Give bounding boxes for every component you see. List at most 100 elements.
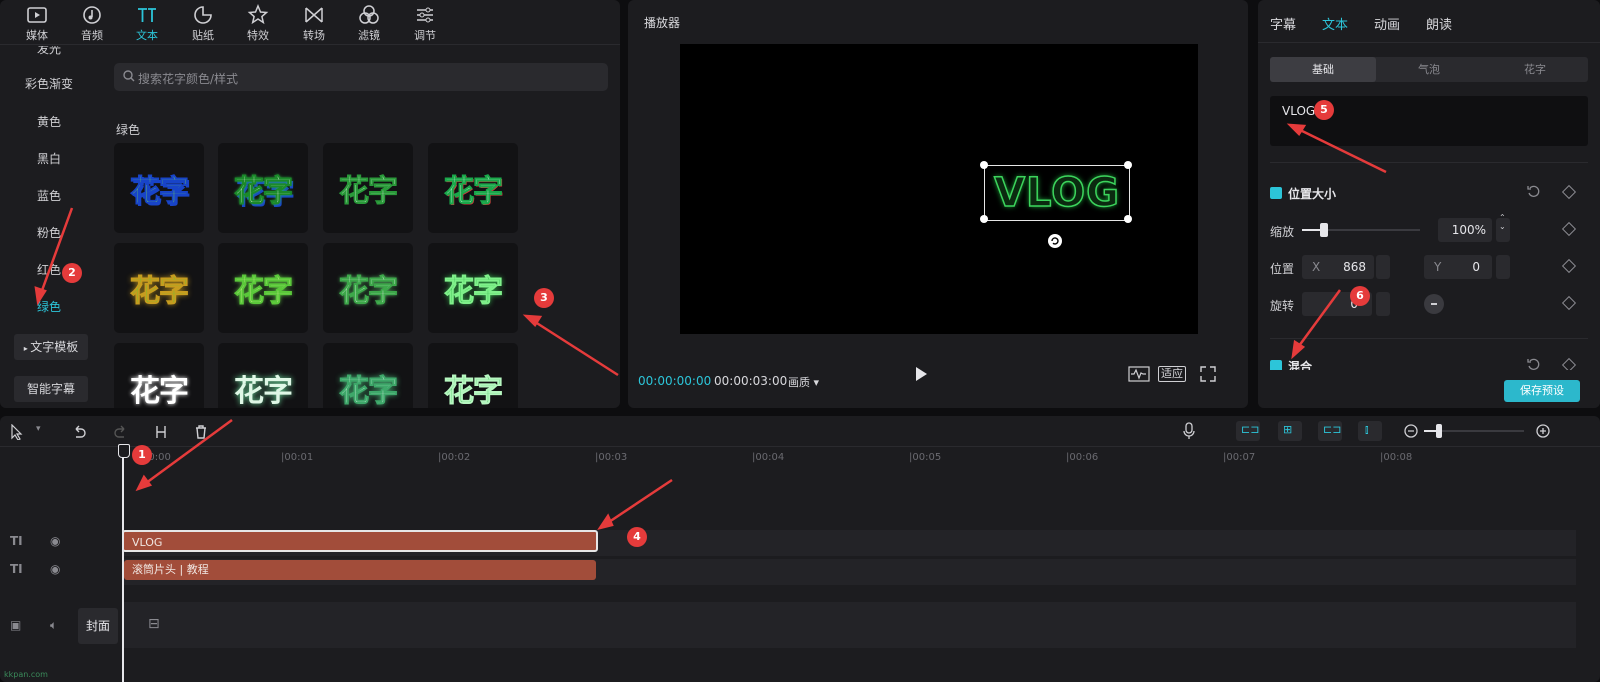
zoom-out-icon[interactable] <box>1404 424 1418 438</box>
smart-subtitle-button[interactable]: 智能字幕 <box>14 376 88 402</box>
style-tile[interactable]: 花字 <box>218 243 308 333</box>
segment-bubble[interactable]: 气泡 <box>1376 57 1482 82</box>
main-video-track[interactable] <box>124 602 1576 648</box>
tab-text-props[interactable]: 文本 <box>1322 14 1348 33</box>
style-segment: 基础 气泡 花字 <box>1270 57 1588 82</box>
text-selection-box[interactable]: VLOG <box>984 165 1130 221</box>
tab-filter[interactable]: 滤镜 <box>344 2 394 42</box>
fit-button[interactable]: 适应 <box>1158 366 1186 382</box>
media-panel: 媒体 音频 文本 贴纸 特效 转场 滤镜 调节 发光 彩色渐变 黄色 黑白 蓝色… <box>0 0 620 408</box>
sticker-icon <box>194 6 212 24</box>
title-text-clip[interactable]: 滚筒片头 | 教程 <box>124 560 596 580</box>
annotation-marker: 1 <box>132 445 152 465</box>
eye-icon[interactable]: ◉ <box>50 562 60 576</box>
caret-down-icon: ▾ <box>810 376 820 389</box>
total-timecode: 00:00:03:00 <box>714 374 788 388</box>
preview-axis-icon[interactable]: ⊏⊐ <box>1318 421 1342 441</box>
scale-input[interactable]: 100% <box>1438 218 1492 242</box>
style-tile[interactable]: 花字 <box>114 343 204 408</box>
style-tile[interactable]: 花字 <box>428 143 518 233</box>
category-green[interactable]: 绿色 <box>0 298 98 315</box>
playhead[interactable] <box>122 446 124 682</box>
section-title: 绿色 <box>116 123 141 137</box>
zoom-in-icon[interactable] <box>1536 424 1550 438</box>
undo-icon[interactable] <box>72 425 86 439</box>
tab-animation[interactable]: 动画 <box>1374 14 1400 33</box>
waveform-icon[interactable] <box>1128 366 1150 382</box>
style-tile[interactable]: 花字 <box>114 243 204 333</box>
align-icon[interactable]: ⫾ <box>1358 421 1382 441</box>
tab-text[interactable]: 文本 <box>122 2 172 42</box>
text-template-button[interactable]: ▸ 文字模板 <box>14 334 88 360</box>
save-preset-button[interactable]: 保存预设 <box>1504 380 1580 402</box>
keyframe-icon[interactable] <box>1561 295 1577 311</box>
resize-handle[interactable] <box>1124 215 1132 223</box>
position-size-checkbox[interactable] <box>1270 187 1282 199</box>
style-tile[interactable]: 花字 <box>323 243 413 333</box>
search-field[interactable]: 搜索花字颜色/样式 <box>114 63 608 91</box>
resize-handle[interactable] <box>1124 161 1132 169</box>
zoom-slider-thumb[interactable] <box>1436 424 1442 438</box>
segment-fancy[interactable]: 花字 <box>1482 57 1588 82</box>
category-pink[interactable]: 粉色 <box>0 224 98 241</box>
redo-icon[interactable] <box>114 425 128 439</box>
rotate-stepper[interactable] <box>1376 292 1390 316</box>
style-tile[interactable]: 花字 <box>114 143 204 233</box>
fullscreen-icon[interactable] <box>1200 366 1216 382</box>
tab-transition[interactable]: 转场 <box>289 2 339 42</box>
rotate-dial[interactable] <box>1424 294 1444 314</box>
position-x-input[interactable]: X 868 <box>1302 255 1374 279</box>
time-ruler[interactable]: 00:00 |00:01 |00:02 |00:03 |00:04 |00:05… <box>124 452 1600 466</box>
rotate-label: 旋转 <box>1270 299 1295 313</box>
category-blue[interactable]: 蓝色 <box>0 187 98 204</box>
split-icon[interactable] <box>154 424 168 440</box>
category-bw[interactable]: 黑白 <box>0 150 98 167</box>
cover-button[interactable]: 封面 <box>78 608 118 644</box>
film-icon[interactable]: ⊟ <box>148 616 160 632</box>
quality-dropdown[interactable]: 画质 ▾ <box>788 374 819 390</box>
resize-handle[interactable] <box>980 161 988 169</box>
link-icon[interactable]: ⊞ <box>1278 421 1302 441</box>
preview-text: VLOG <box>993 169 1120 217</box>
delete-icon[interactable] <box>194 424 208 440</box>
eye-icon[interactable]: ◉ <box>50 534 60 548</box>
scale-stepper[interactable]: ⌃ ⌄ <box>1496 213 1510 242</box>
tab-adjust[interactable]: 调节 <box>400 2 450 42</box>
reset-icon[interactable] <box>1526 184 1540 198</box>
keyframe-icon[interactable] <box>1561 221 1577 237</box>
style-tile[interactable]: 花字 <box>428 343 518 408</box>
keyframe-icon[interactable] <box>1561 184 1577 200</box>
rotate-handle-icon[interactable] <box>1047 233 1063 249</box>
tab-audio[interactable]: 音频 <box>67 2 117 42</box>
tab-effects[interactable]: 特效 <box>233 2 283 42</box>
position-x-stepper[interactable] <box>1376 255 1390 279</box>
keyframe-icon[interactable] <box>1561 258 1577 274</box>
position-y-input[interactable]: Y 0 <box>1424 255 1492 279</box>
style-tile[interactable]: 花字 <box>428 243 518 333</box>
speaker-icon[interactable]: 🔈︎ <box>50 618 57 633</box>
vlog-text-clip[interactable]: VLOG <box>122 530 598 552</box>
position-y-stepper[interactable] <box>1496 255 1510 279</box>
player-title: 播放器 <box>644 16 681 30</box>
style-tile[interactable]: 花字 <box>323 143 413 233</box>
segment-basic[interactable]: 基础 <box>1270 57 1376 82</box>
select-cursor-icon[interactable] <box>10 424 24 440</box>
play-icon[interactable] <box>914 366 928 382</box>
reset-icon[interactable] <box>1526 357 1540 371</box>
style-tile[interactable]: 花字 <box>218 343 308 408</box>
scale-slider-thumb[interactable] <box>1320 223 1328 237</box>
category-gradient[interactable]: 彩色渐变 <box>0 75 98 92</box>
microphone-icon[interactable] <box>1182 422 1196 440</box>
resize-handle[interactable] <box>980 215 988 223</box>
tab-subtitle[interactable]: 字幕 <box>1270 14 1296 33</box>
playhead-handle[interactable] <box>118 444 130 458</box>
category-yellow[interactable]: 黄色 <box>0 113 98 130</box>
style-tile[interactable]: 花字 <box>218 143 308 233</box>
tab-sticker[interactable]: 贴纸 <box>178 2 228 42</box>
tab-read-aloud[interactable]: 朗读 <box>1426 14 1452 33</box>
style-tile[interactable]: 花字 <box>323 343 413 408</box>
chevron-down-icon[interactable]: ▾ <box>36 424 41 434</box>
category-red[interactable]: 红色 <box>0 261 98 278</box>
tab-media[interactable]: 媒体 <box>12 2 62 42</box>
magnet-snap-icon[interactable]: ⊏⊐ <box>1236 421 1260 441</box>
